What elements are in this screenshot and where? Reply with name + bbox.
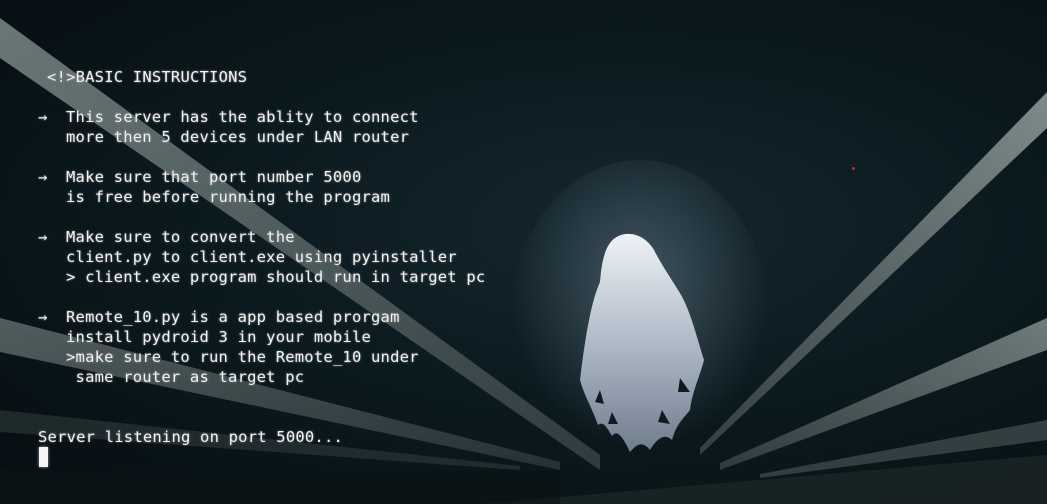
terminal-output: <!>BASIC INSTRUCTIONS → This server has t…	[0, 0, 1047, 504]
instruction-1-line-1: → This server has the ablity to connect	[38, 108, 419, 126]
right-arrow-icon: →	[38, 108, 48, 126]
instructions-title: <!>BASIC INSTRUCTIONS	[47, 68, 248, 86]
right-arrow-icon: →	[38, 228, 48, 246]
instruction-4-line-3: >make sure to run the Remote_10 under	[66, 348, 419, 366]
instruction-4-line-4: same router as target pc	[66, 368, 305, 386]
right-arrow-icon: →	[38, 168, 48, 186]
instruction-3-line-1: → Make sure to convert the	[38, 228, 295, 246]
right-arrow-icon: →	[38, 308, 48, 326]
instruction-3-line-3: > client.exe program should run in targe…	[66, 268, 486, 286]
terminal-window: <!>BASIC INSTRUCTIONS → This server has t…	[0, 0, 1047, 504]
instruction-3-line-2: client.py to client.exe using pyinstalle…	[66, 248, 457, 266]
instruction-2-line-1: → Make sure that port number 5000	[38, 168, 362, 186]
instruction-4-line-1: → Remote_10.py is a app based prorgam	[38, 308, 400, 326]
instruction-1-line-2: more then 5 devices under LAN router	[66, 128, 410, 146]
server-status-line: Server listening on port 5000...	[38, 428, 344, 446]
terminal-cursor[interactable]	[39, 447, 48, 467]
instruction-4-line-2: install pydroid 3 in your mobile	[66, 328, 372, 346]
instruction-2-line-2: is free before running the program	[66, 188, 391, 206]
